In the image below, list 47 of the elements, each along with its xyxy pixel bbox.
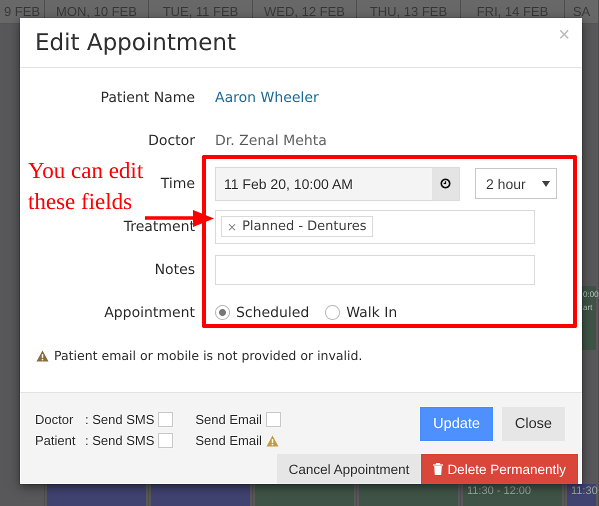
- clock-icon: [440, 178, 451, 189]
- annotation-text: You can edit these fields: [28, 157, 144, 216]
- remove-icon[interactable]: ×: [227, 220, 238, 234]
- appointment-radio[interactable]: Scheduled: [215, 304, 310, 320]
- sms-checkbox[interactable]: [158, 412, 174, 427]
- treatment-tag: × Planned - Dentures: [221, 216, 373, 237]
- doctor-name: Dr. Zenal Mehta: [215, 132, 327, 148]
- event-time: 11:30: [571, 484, 598, 498]
- recipient-label: Patient: [35, 433, 76, 448]
- notes-field[interactable]: [215, 254, 535, 284]
- email-label: Send Email: [195, 412, 262, 427]
- email-checkbox[interactable]: [266, 412, 281, 427]
- warning-text: Patient email or mobile is not provided or invalid.: [54, 348, 362, 363]
- calendar-event[interactable]: [151, 484, 250, 506]
- recipient-label: Doctor: [35, 412, 74, 427]
- patient-name-link[interactable]: Aaron Wheeler: [215, 90, 319, 106]
- time-input[interactable]: 11 Feb 20, 10:00 AM: [216, 168, 432, 200]
- event-title: art: [583, 302, 592, 314]
- appointment-radio[interactable]: Walk In: [325, 304, 398, 320]
- field-label: Patient Name: [100, 90, 195, 106]
- duration-select[interactable]: 2 hour: [475, 168, 557, 199]
- clock-button[interactable]: [432, 168, 459, 200]
- sms-label: : Send SMS: [85, 433, 154, 448]
- event-time: 0:00: [583, 289, 599, 301]
- time-field[interactable]: 11 Feb 20, 10:00 AM: [215, 166, 460, 200]
- field-label: Doctor: [148, 132, 195, 148]
- sms-label: : Send SMS: [85, 412, 154, 427]
- treatment-field[interactable]: × Planned - Dentures: [215, 210, 535, 244]
- field-label: Notes: [154, 262, 195, 278]
- trash-icon: [433, 463, 444, 475]
- field-label: Appointment: [104, 304, 195, 320]
- calendar-event[interactable]: [255, 484, 354, 506]
- cancel-appointment-button[interactable]: Cancel Appointment: [276, 454, 422, 484]
- field-label: Time: [160, 176, 195, 192]
- caret-icon: [542, 180, 550, 186]
- delete-button[interactable]: Delete Permanently: [421, 454, 578, 484]
- dialog-title: Edit Appointment: [35, 30, 236, 56]
- calendar-event[interactable]: [47, 484, 146, 506]
- calendar-event[interactable]: 11:30: [567, 484, 596, 506]
- field-label: Treatment: [124, 218, 195, 234]
- email-label: Send Email: [195, 433, 262, 448]
- sms-checkbox[interactable]: [158, 433, 174, 448]
- warning-icon: [36, 350, 49, 362]
- calendar-event[interactable]: [359, 484, 458, 506]
- event-time: 11:30 - 12:00: [467, 484, 532, 498]
- close-button[interactable]: Close: [502, 407, 565, 441]
- warning-icon: [266, 434, 279, 446]
